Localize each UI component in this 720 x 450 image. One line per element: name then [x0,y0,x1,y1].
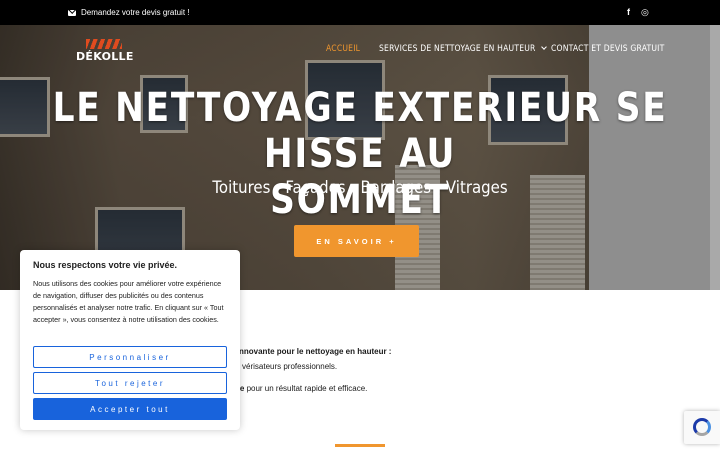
intro-line: vérisateurs professionnels. [242,362,338,371]
learn-more-button[interactable]: EN SAVOIR + [294,225,419,257]
recaptcha-icon [693,418,711,436]
quote-link[interactable]: Demandez votre devis gratuit ! [68,8,190,17]
site-logo[interactable]: DÉKOLLE [76,39,136,65]
instagram-icon[interactable]: ◎ [641,7,649,18]
chevron-down-icon [540,44,547,50]
nav-item-services-label: SERVICES DE NETTOYAGE EN HAUTEUR [379,44,536,54]
envelope-icon [68,9,76,16]
accept-all-button[interactable]: Accepter tout [33,398,227,420]
hero-title-line1: LE NETTOYAGE EXTERIEUR SE HISSE AU [52,85,668,177]
hero-subtitle: Toitures - Façades - Bardages - Vitrages [212,178,508,198]
nav-item-accueil[interactable]: ACCUEIL [326,44,360,54]
cookie-body: Nous utilisons des cookies pour améliore… [33,279,224,324]
logo-text: DÉKOLLE [76,50,134,63]
facebook-icon[interactable]: f [627,7,630,17]
nav-item-services[interactable]: SERVICES DE NETTOYAGE EN HAUTEUR [379,44,547,54]
intro-heading: nnovante pour le nettoyage en hauteur : [239,347,392,356]
intro-line-2: ge pour un résultat rapide et efficace. [235,384,368,393]
reject-all-button[interactable]: Tout rejeter [33,372,227,394]
quote-text[interactable]: Demandez votre devis gratuit ! [81,8,190,17]
cookie-banner: Nous respectons votre vie privée. Nous u… [20,250,240,430]
top-bar: Demandez votre devis gratuit ! f ◎ [0,0,720,25]
hero-title: LE NETTOYAGE EXTERIEUR SE HISSE AU SOMME… [50,85,669,223]
logo-mark [86,39,122,49]
nav-item-contact[interactable]: CONTACT ET DEVIS GRATUIT [551,44,664,54]
cookie-title: Nous respectons votre vie privée. [33,260,178,270]
section-divider [335,444,385,447]
customize-button[interactable]: Personnaliser [33,346,227,368]
recaptcha-badge[interactable] [684,411,720,444]
